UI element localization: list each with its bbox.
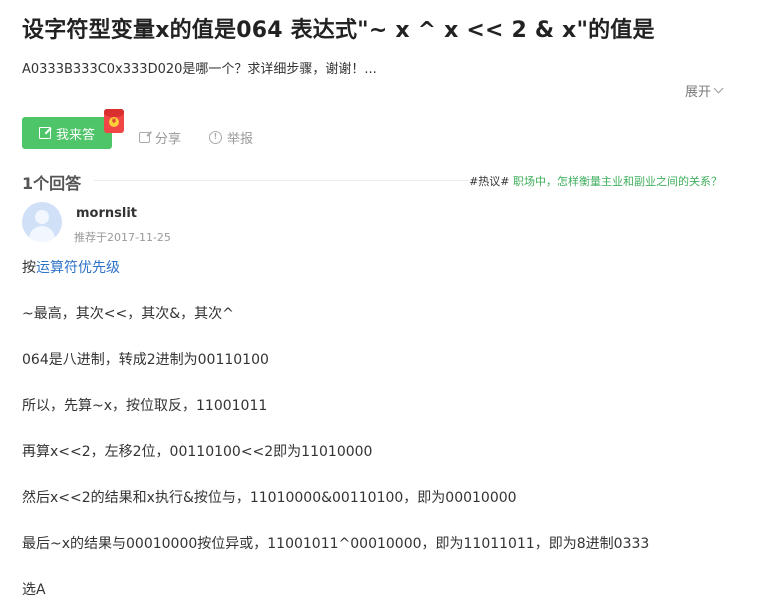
recommended-date: 推荐于2017-11-25: [74, 231, 171, 244]
answer-line: ~最高，其次<<，其次&，其次^: [22, 306, 234, 322]
answer-content: 按运算符优先级 ~最高，其次<<，其次&，其次^ 064是八进制，转成2进制为0…: [22, 258, 742, 608]
avatar[interactable]: [22, 202, 62, 242]
question-description: A0333B333C0x333D020是哪一个？求详细步骤，谢谢！...: [22, 62, 377, 77]
pen-icon: [38, 127, 51, 139]
answer-count: 1个回答: [22, 174, 82, 193]
chevron-down-icon: [713, 83, 724, 94]
share-button[interactable]: 分享: [139, 128, 181, 147]
question-title: 设字符型变量x的值是064 表达式"~ x ^ x << 2 & x"的值是: [22, 18, 655, 43]
answer-line: 064是八进制，转成2进制为00110100: [22, 352, 269, 368]
hot-topic-link[interactable]: 职场中，怎样衡量主业和副业之间的关系？: [513, 175, 722, 188]
answer-button-label: 我来答: [55, 127, 95, 143]
report-label: 举报: [227, 132, 254, 147]
red-packet-icon[interactable]: ¥: [104, 109, 124, 133]
expand-button[interactable]: 展开: [684, 81, 724, 100]
expand-label: 展开: [684, 85, 711, 100]
hot-topic: #热议# 职场中，怎样衡量主业和副业之间的关系？: [469, 173, 722, 189]
report-button[interactable]: ! 举报: [209, 128, 253, 147]
answer-line: 所以，先算~x，按位取反，11001011: [22, 398, 268, 414]
answer-line: 再算x<<2，左移2位，00110100<<2即为11010000: [22, 444, 373, 460]
answer-line: 选A: [22, 582, 46, 598]
hot-tag: #热议#: [469, 175, 510, 188]
answer-line: 最后~x的结果与00010000按位异或，11001011^00010000，即…: [22, 536, 650, 552]
share-icon: [139, 132, 150, 143]
report-icon: !: [209, 131, 222, 144]
operator-precedence-link[interactable]: 运算符优先级: [36, 260, 120, 276]
answer-line-prefix: 按: [22, 260, 36, 276]
answer-line: 按运算符优先级: [22, 258, 742, 304]
answer-user-name[interactable]: mornslit: [76, 206, 137, 221]
share-label: 分享: [155, 132, 182, 147]
divider: [94, 180, 468, 181]
answer-line: 然后x<<2的结果和x执行&按位与，11010000&00110100，即为00…: [22, 490, 517, 506]
answer-button[interactable]: 我来答: [22, 117, 112, 149]
